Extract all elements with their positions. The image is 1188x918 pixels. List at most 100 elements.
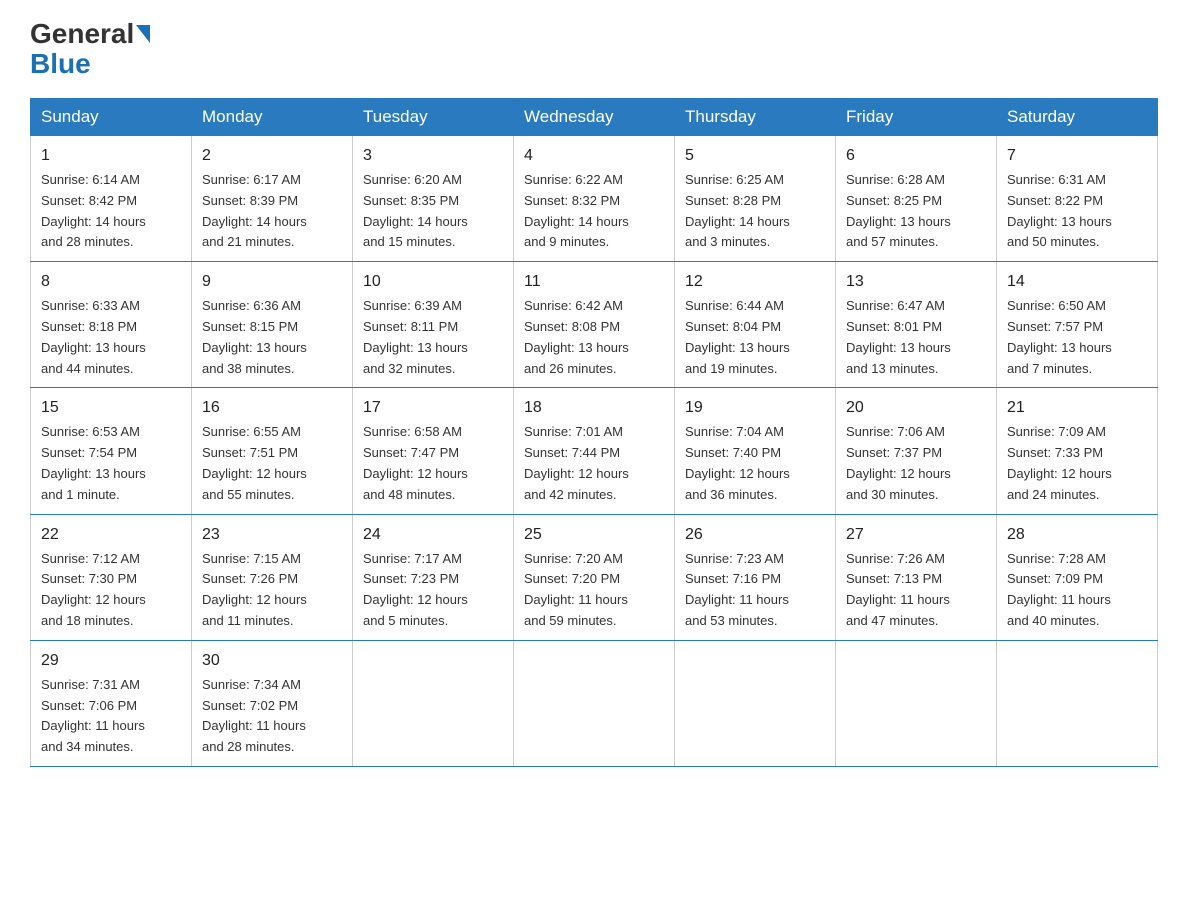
day-number: 20 — [846, 396, 986, 420]
calendar-cell — [514, 640, 675, 766]
day-number: 12 — [685, 270, 825, 294]
day-number: 27 — [846, 523, 986, 547]
calendar-week-row: 29 Sunrise: 7:31 AMSunset: 7:06 PMDaylig… — [31, 640, 1158, 766]
day-of-week-header: Sunday — [31, 99, 192, 136]
day-info: Sunrise: 6:31 AMSunset: 8:22 PMDaylight:… — [1007, 172, 1112, 249]
calendar-cell: 23 Sunrise: 7:15 AMSunset: 7:26 PMDaylig… — [192, 514, 353, 640]
calendar-cell — [353, 640, 514, 766]
day-number: 4 — [524, 144, 664, 168]
day-number: 17 — [363, 396, 503, 420]
calendar-header-row: SundayMondayTuesdayWednesdayThursdayFrid… — [31, 99, 1158, 136]
day-info: Sunrise: 6:55 AMSunset: 7:51 PMDaylight:… — [202, 424, 307, 501]
calendar-cell: 20 Sunrise: 7:06 AMSunset: 7:37 PMDaylig… — [836, 388, 997, 514]
day-number: 8 — [41, 270, 181, 294]
calendar-cell: 17 Sunrise: 6:58 AMSunset: 7:47 PMDaylig… — [353, 388, 514, 514]
day-of-week-header: Wednesday — [514, 99, 675, 136]
day-number: 14 — [1007, 270, 1147, 294]
calendar-cell: 14 Sunrise: 6:50 AMSunset: 7:57 PMDaylig… — [997, 262, 1158, 388]
day-info: Sunrise: 6:17 AMSunset: 8:39 PMDaylight:… — [202, 172, 307, 249]
day-info: Sunrise: 6:42 AMSunset: 8:08 PMDaylight:… — [524, 298, 629, 375]
calendar-cell: 3 Sunrise: 6:20 AMSunset: 8:35 PMDayligh… — [353, 136, 514, 262]
calendar-cell: 5 Sunrise: 6:25 AMSunset: 8:28 PMDayligh… — [675, 136, 836, 262]
calendar-week-row: 15 Sunrise: 6:53 AMSunset: 7:54 PMDaylig… — [31, 388, 1158, 514]
day-number: 1 — [41, 144, 181, 168]
calendar-cell: 12 Sunrise: 6:44 AMSunset: 8:04 PMDaylig… — [675, 262, 836, 388]
day-info: Sunrise: 6:44 AMSunset: 8:04 PMDaylight:… — [685, 298, 790, 375]
day-number: 29 — [41, 649, 181, 673]
day-of-week-header: Thursday — [675, 99, 836, 136]
calendar-cell: 22 Sunrise: 7:12 AMSunset: 7:30 PMDaylig… — [31, 514, 192, 640]
day-info: Sunrise: 7:20 AMSunset: 7:20 PMDaylight:… — [524, 551, 628, 628]
day-number: 11 — [524, 270, 664, 294]
calendar-cell — [836, 640, 997, 766]
calendar-cell: 2 Sunrise: 6:17 AMSunset: 8:39 PMDayligh… — [192, 136, 353, 262]
day-number: 30 — [202, 649, 342, 673]
calendar-week-row: 1 Sunrise: 6:14 AMSunset: 8:42 PMDayligh… — [31, 136, 1158, 262]
calendar-cell — [675, 640, 836, 766]
day-number: 10 — [363, 270, 503, 294]
day-number: 5 — [685, 144, 825, 168]
day-number: 23 — [202, 523, 342, 547]
day-of-week-header: Friday — [836, 99, 997, 136]
calendar-cell: 19 Sunrise: 7:04 AMSunset: 7:40 PMDaylig… — [675, 388, 836, 514]
day-number: 7 — [1007, 144, 1147, 168]
day-number: 28 — [1007, 523, 1147, 547]
calendar-cell: 8 Sunrise: 6:33 AMSunset: 8:18 PMDayligh… — [31, 262, 192, 388]
calendar-cell: 6 Sunrise: 6:28 AMSunset: 8:25 PMDayligh… — [836, 136, 997, 262]
day-number: 3 — [363, 144, 503, 168]
calendar-cell: 4 Sunrise: 6:22 AMSunset: 8:32 PMDayligh… — [514, 136, 675, 262]
calendar-cell: 1 Sunrise: 6:14 AMSunset: 8:42 PMDayligh… — [31, 136, 192, 262]
day-info: Sunrise: 6:20 AMSunset: 8:35 PMDaylight:… — [363, 172, 468, 249]
calendar-cell: 16 Sunrise: 6:55 AMSunset: 7:51 PMDaylig… — [192, 388, 353, 514]
calendar-week-row: 22 Sunrise: 7:12 AMSunset: 7:30 PMDaylig… — [31, 514, 1158, 640]
day-info: Sunrise: 7:23 AMSunset: 7:16 PMDaylight:… — [685, 551, 789, 628]
day-info: Sunrise: 7:34 AMSunset: 7:02 PMDaylight:… — [202, 677, 306, 754]
calendar-cell: 30 Sunrise: 7:34 AMSunset: 7:02 PMDaylig… — [192, 640, 353, 766]
day-info: Sunrise: 7:26 AMSunset: 7:13 PMDaylight:… — [846, 551, 950, 628]
calendar-cell: 29 Sunrise: 7:31 AMSunset: 7:06 PMDaylig… — [31, 640, 192, 766]
calendar-cell: 15 Sunrise: 6:53 AMSunset: 7:54 PMDaylig… — [31, 388, 192, 514]
day-info: Sunrise: 7:31 AMSunset: 7:06 PMDaylight:… — [41, 677, 145, 754]
day-info: Sunrise: 7:01 AMSunset: 7:44 PMDaylight:… — [524, 424, 629, 501]
calendar-cell: 24 Sunrise: 7:17 AMSunset: 7:23 PMDaylig… — [353, 514, 514, 640]
day-info: Sunrise: 6:53 AMSunset: 7:54 PMDaylight:… — [41, 424, 146, 501]
day-info: Sunrise: 6:47 AMSunset: 8:01 PMDaylight:… — [846, 298, 951, 375]
day-number: 15 — [41, 396, 181, 420]
day-info: Sunrise: 6:39 AMSunset: 8:11 PMDaylight:… — [363, 298, 468, 375]
day-info: Sunrise: 6:14 AMSunset: 8:42 PMDaylight:… — [41, 172, 146, 249]
calendar-cell: 18 Sunrise: 7:01 AMSunset: 7:44 PMDaylig… — [514, 388, 675, 514]
day-info: Sunrise: 6:28 AMSunset: 8:25 PMDaylight:… — [846, 172, 951, 249]
day-number: 6 — [846, 144, 986, 168]
day-number: 26 — [685, 523, 825, 547]
calendar-cell: 11 Sunrise: 6:42 AMSunset: 8:08 PMDaylig… — [514, 262, 675, 388]
day-of-week-header: Saturday — [997, 99, 1158, 136]
day-info: Sunrise: 6:33 AMSunset: 8:18 PMDaylight:… — [41, 298, 146, 375]
calendar-cell: 9 Sunrise: 6:36 AMSunset: 8:15 PMDayligh… — [192, 262, 353, 388]
day-number: 9 — [202, 270, 342, 294]
day-number: 18 — [524, 396, 664, 420]
day-number: 16 — [202, 396, 342, 420]
day-info: Sunrise: 6:22 AMSunset: 8:32 PMDaylight:… — [524, 172, 629, 249]
calendar-cell: 25 Sunrise: 7:20 AMSunset: 7:20 PMDaylig… — [514, 514, 675, 640]
calendar-cell: 7 Sunrise: 6:31 AMSunset: 8:22 PMDayligh… — [997, 136, 1158, 262]
day-number: 21 — [1007, 396, 1147, 420]
day-info: Sunrise: 6:25 AMSunset: 8:28 PMDaylight:… — [685, 172, 790, 249]
day-number: 13 — [846, 270, 986, 294]
day-number: 2 — [202, 144, 342, 168]
day-number: 25 — [524, 523, 664, 547]
day-info: Sunrise: 7:12 AMSunset: 7:30 PMDaylight:… — [41, 551, 146, 628]
header: General Blue — [30, 20, 1158, 80]
day-info: Sunrise: 7:06 AMSunset: 7:37 PMDaylight:… — [846, 424, 951, 501]
day-info: Sunrise: 6:58 AMSunset: 7:47 PMDaylight:… — [363, 424, 468, 501]
logo: General Blue — [30, 20, 150, 80]
day-info: Sunrise: 6:50 AMSunset: 7:57 PMDaylight:… — [1007, 298, 1112, 375]
calendar-cell: 21 Sunrise: 7:09 AMSunset: 7:33 PMDaylig… — [997, 388, 1158, 514]
calendar-cell: 28 Sunrise: 7:28 AMSunset: 7:09 PMDaylig… — [997, 514, 1158, 640]
day-info: Sunrise: 7:04 AMSunset: 7:40 PMDaylight:… — [685, 424, 790, 501]
day-number: 22 — [41, 523, 181, 547]
calendar-cell: 13 Sunrise: 6:47 AMSunset: 8:01 PMDaylig… — [836, 262, 997, 388]
day-number: 19 — [685, 396, 825, 420]
calendar-cell: 27 Sunrise: 7:26 AMSunset: 7:13 PMDaylig… — [836, 514, 997, 640]
calendar-cell: 10 Sunrise: 6:39 AMSunset: 8:11 PMDaylig… — [353, 262, 514, 388]
day-of-week-header: Monday — [192, 99, 353, 136]
